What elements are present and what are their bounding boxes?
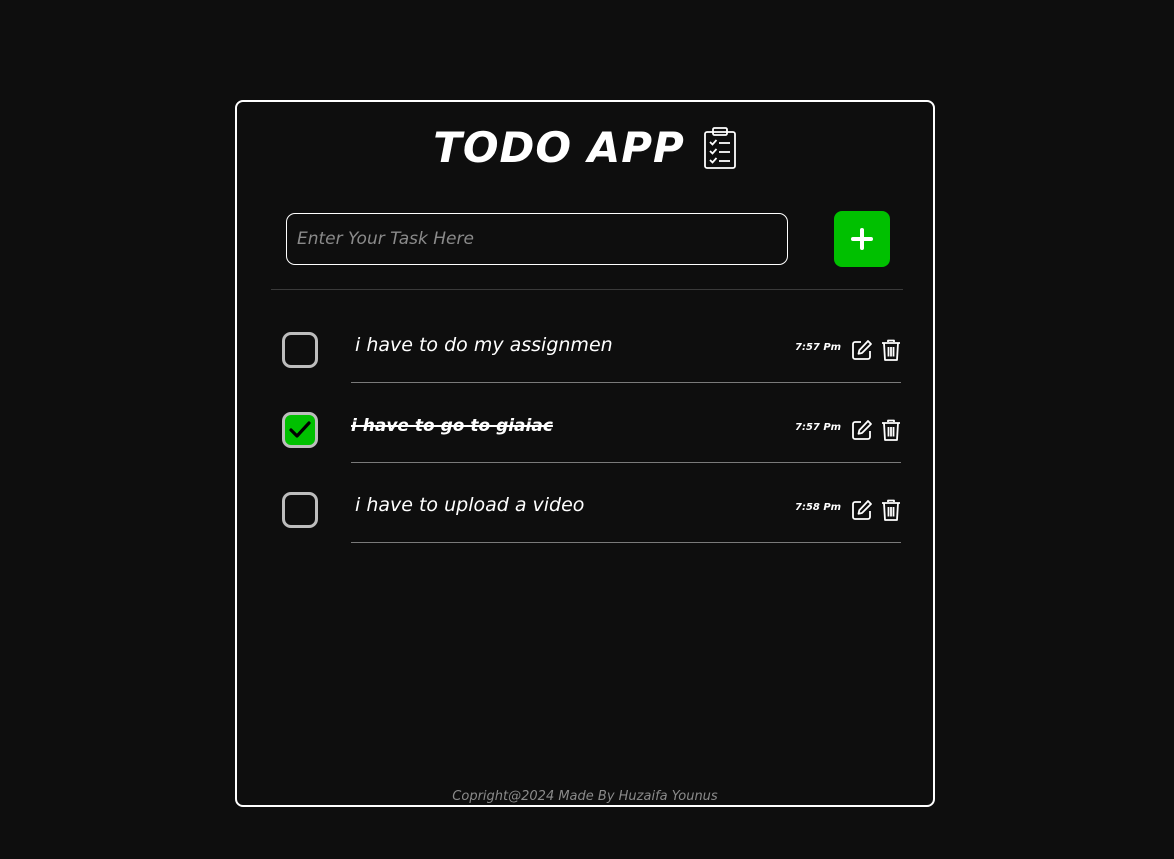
footer-credit: Copright@2024 Made By Huzaifa Younus	[452, 789, 718, 804]
trash-icon	[880, 499, 902, 521]
edit-button[interactable]	[851, 418, 873, 442]
add-task-button[interactable]	[834, 211, 890, 267]
app-title: TODO APP	[433, 123, 685, 172]
delete-button[interactable]	[880, 498, 902, 522]
task-checkbox[interactable]	[282, 332, 318, 368]
task-text: i have to do my assignmen	[355, 334, 613, 356]
edit-icon	[851, 499, 873, 521]
check-icon	[287, 417, 313, 443]
app-header: TODO APP	[237, 118, 933, 178]
edit-icon	[851, 419, 873, 441]
trash-icon	[880, 419, 902, 441]
plus-icon	[851, 228, 873, 250]
trash-icon	[880, 339, 902, 361]
edit-icon	[851, 339, 873, 361]
task-text: i have to go to giaiac	[351, 416, 553, 436]
clipboard-list-icon	[703, 126, 737, 170]
task-time: 7:57 Pm	[795, 342, 842, 353]
divider	[271, 289, 903, 290]
delete-button[interactable]	[880, 338, 902, 362]
delete-button[interactable]	[880, 418, 902, 442]
edit-button[interactable]	[851, 338, 873, 362]
task-text: i have to upload a video	[355, 494, 585, 516]
task-separator	[351, 382, 901, 383]
task-item: i have to upload a video 7:58 Pm	[237, 478, 933, 548]
task-item: i have to do my assignmen 7:57 Pm	[237, 318, 933, 388]
todo-card: TODO APP i have to do my ass	[235, 100, 935, 807]
task-checkbox[interactable]	[282, 412, 318, 448]
task-separator	[351, 542, 901, 543]
task-input[interactable]	[286, 213, 788, 265]
task-separator	[351, 462, 901, 463]
task-item: i have to go to giaiac 7:57 Pm	[237, 398, 933, 468]
task-time: 7:58 Pm	[795, 502, 842, 513]
task-checkbox[interactable]	[282, 492, 318, 528]
task-time: 7:57 Pm	[795, 422, 842, 433]
edit-button[interactable]	[851, 498, 873, 522]
